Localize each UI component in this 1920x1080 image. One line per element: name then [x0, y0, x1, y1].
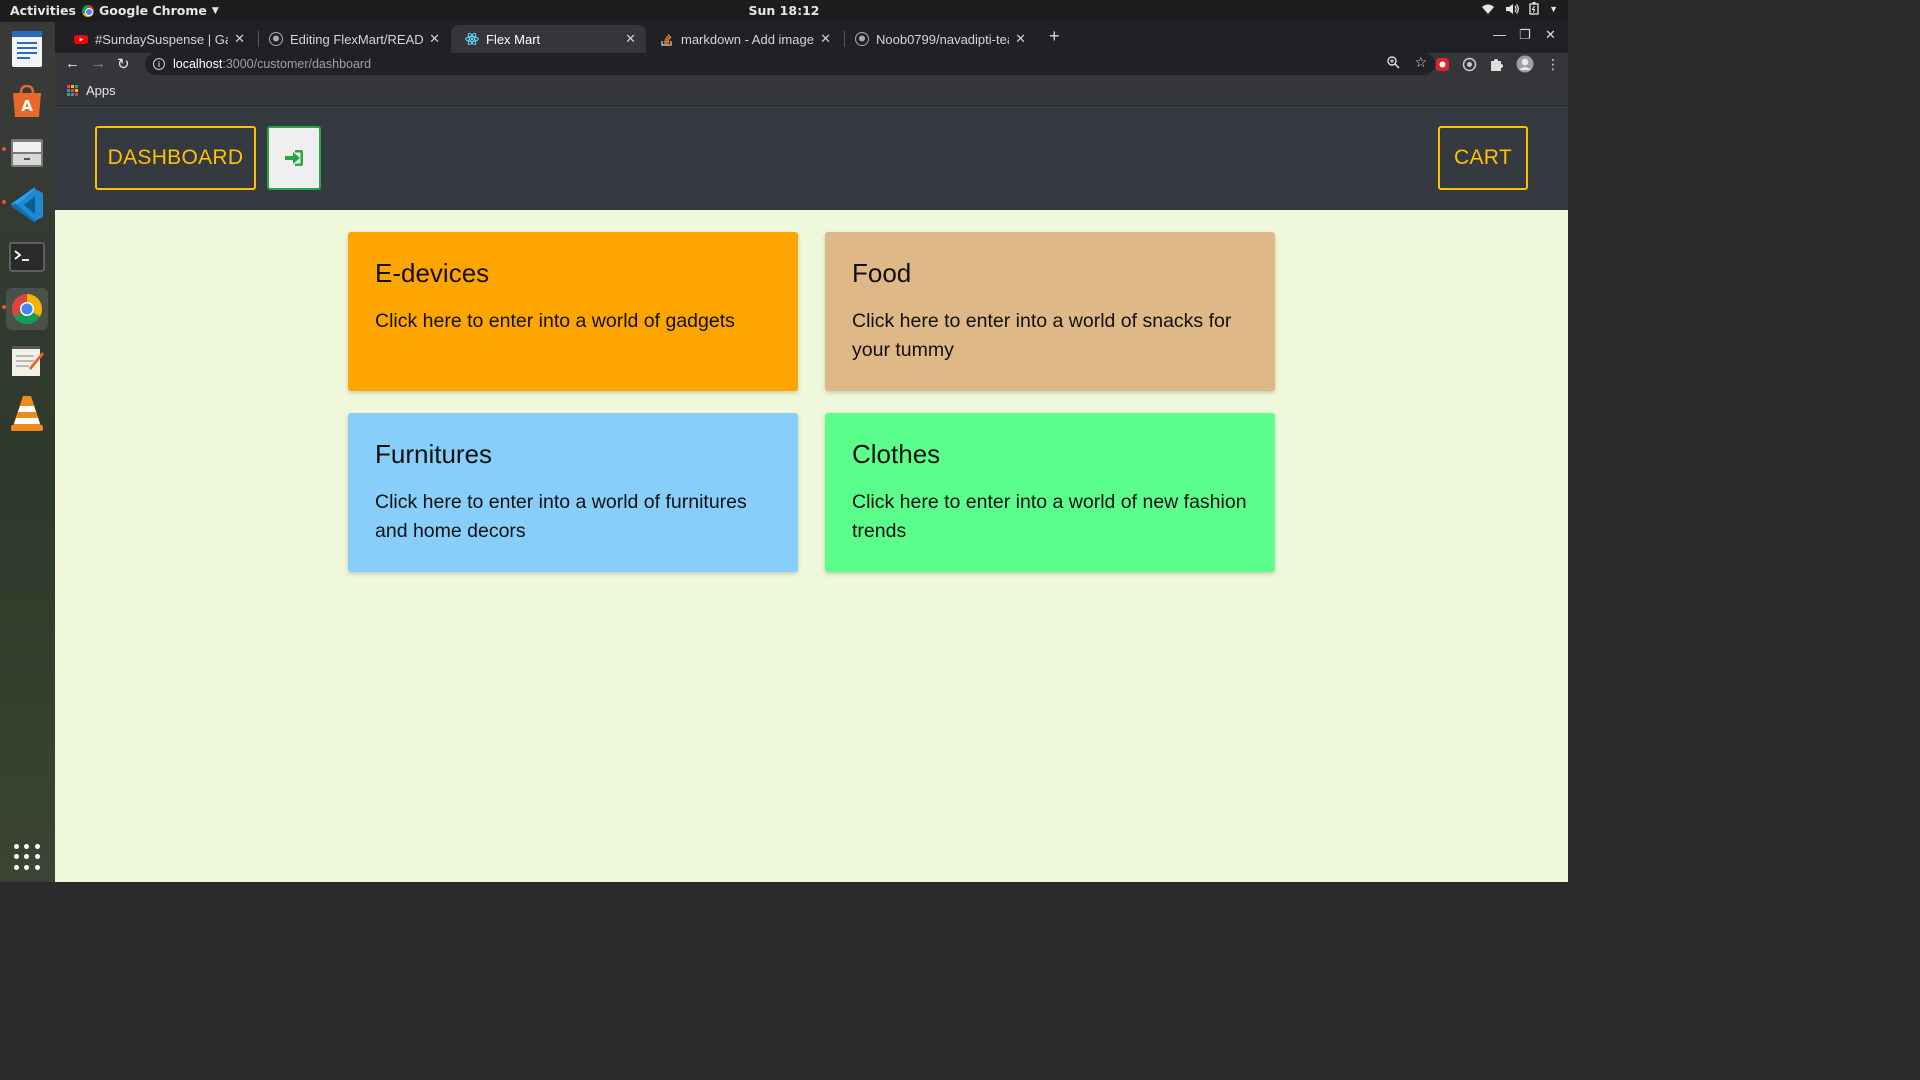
url-path: :3000/customer/dashboard [222, 57, 372, 71]
clock[interactable]: Sun 18:12 [749, 3, 820, 18]
browser-tab[interactable]: Noob0799/navadipti-teac ✕ [841, 25, 1036, 53]
dock-item-text-editor[interactable] [6, 340, 48, 382]
github-icon [269, 32, 283, 46]
card-description: Click here to enter into a world of furn… [375, 491, 747, 542]
minimize-icon[interactable]: — [1493, 27, 1506, 42]
activities-button[interactable]: Activities [10, 3, 76, 18]
chrome-icon [11, 294, 43, 325]
category-card-food[interactable]: Food Click here to enter into a world of… [825, 232, 1275, 391]
system-tray[interactable]: ▼ [1481, 2, 1558, 15]
dashboard-button[interactable]: DASHBOARD [95, 126, 256, 190]
category-card-furnitures[interactable]: Furnitures Click here to enter into a wo… [348, 413, 798, 572]
card-description: Click here to enter into a world of gadg… [375, 310, 735, 332]
browser-tab-title: Noob0799/navadipti-teac [876, 31, 1010, 47]
battery-icon [1529, 2, 1539, 15]
reload-icon[interactable]: ↻ [117, 55, 130, 73]
window-close-icon[interactable]: ✕ [1545, 27, 1556, 43]
close-icon[interactable]: ✕ [625, 31, 636, 47]
youtube-icon [74, 35, 88, 44]
url-host: localhost [173, 57, 223, 71]
extension-circle-icon[interactable] [1462, 57, 1477, 72]
dock-item-software-center[interactable]: A [6, 80, 48, 122]
web-page: DASHBOARD CART E-devices Click here to e… [55, 106, 1568, 882]
browser-tab[interactable]: Editing FlexMart/READM ✕ [255, 25, 450, 53]
dock-item-terminal[interactable] [6, 236, 48, 278]
bookmarks-bar: Apps [55, 77, 1568, 106]
browser-tab-active[interactable]: Flex Mart ✕ [451, 25, 646, 53]
dock-item-libreoffice-writer[interactable] [6, 28, 48, 70]
github-icon [855, 32, 869, 46]
app-navbar: DASHBOARD CART [55, 106, 1568, 210]
bookmark-apps-label: Apps [86, 83, 116, 98]
browser-tab-title: Editing FlexMart/READM [290, 31, 424, 47]
apps-grid-icon [67, 85, 78, 96]
extension-red-icon[interactable] [1435, 57, 1450, 72]
extensions-puzzle-icon[interactable] [1489, 57, 1504, 72]
card-description: Click here to enter into a world of snac… [852, 310, 1232, 361]
browser-tab[interactable]: #SundaySuspense | Ganat ✕ [60, 25, 255, 53]
close-icon[interactable]: ✕ [1015, 31, 1026, 47]
browser-tab[interactable]: markdown - Add images t ✕ [646, 25, 841, 53]
chrome-icon [82, 4, 94, 17]
show-applications-icon[interactable] [14, 844, 40, 870]
login-button[interactable] [267, 126, 321, 190]
card-title: Food [852, 258, 912, 288]
volume-icon [1506, 3, 1519, 14]
react-icon [465, 32, 479, 46]
card-title: Clothes [852, 439, 941, 469]
card-title: Furnitures [375, 439, 493, 469]
close-icon[interactable]: ✕ [820, 31, 831, 47]
writer-icon [12, 31, 42, 67]
category-card-clothes[interactable]: Clothes Click here to enter into a world… [825, 413, 1275, 572]
dock-item-vlc[interactable] [6, 392, 48, 434]
chevron-down-icon: ▼ [211, 5, 219, 16]
vlc-icon [11, 396, 43, 431]
zoom-icon[interactable] [1387, 56, 1401, 69]
bookmark-apps[interactable]: Apps [67, 83, 116, 98]
close-icon[interactable]: ✕ [429, 31, 440, 47]
vscode-icon [11, 187, 43, 223]
card-description: Click here to enter into a world of new … [852, 491, 1247, 542]
browser-tab-title: #SundaySuspense | Ganat [95, 31, 228, 47]
bookmark-star-icon[interactable]: ☆ [1414, 55, 1427, 69]
app-menu[interactable]: Google Chrome ▼ [82, 3, 219, 18]
dock-item-files[interactable] [6, 132, 48, 174]
browser-menu-icon[interactable]: ⋮ [1546, 56, 1560, 73]
close-icon[interactable]: ✕ [234, 31, 245, 47]
restore-icon[interactable]: ❐ [1519, 27, 1531, 43]
forward-arrow-icon[interactable]: → [91, 55, 106, 72]
system-top-bar: Activities Google Chrome ▼ Sun 18:12 ▼ [0, 0, 1568, 22]
sign-in-icon [285, 150, 303, 166]
category-card-e-devices[interactable]: E-devices Click here to enter into a wor… [348, 232, 798, 391]
app-menu-label: Google Chrome [99, 3, 207, 18]
system-menu-chevron-icon: ▼ [1549, 3, 1558, 14]
wifi-icon [1482, 4, 1495, 14]
profile-avatar-icon[interactable] [1516, 55, 1534, 73]
files-icon [11, 139, 43, 167]
software-center-icon: A [13, 84, 41, 117]
address-bar[interactable]: i localhost:3000/customer/dashboard ☆ [145, 53, 1435, 75]
text-editor-icon [12, 346, 44, 376]
stackoverflow-icon [661, 34, 672, 46]
cart-button[interactable]: CART [1438, 126, 1528, 190]
browser-tab-title: markdown - Add images t [681, 31, 815, 47]
browser-tab-strip: #SundaySuspense | Ganat ✕ Editing FlexMa… [55, 22, 1568, 53]
new-tab-plus-icon[interactable]: + [1049, 26, 1060, 47]
browser-toolbar: ← → ↻ i localhost:3000/customer/dashboar… [55, 53, 1568, 77]
dock-item-chrome[interactable] [6, 288, 48, 330]
site-info-icon[interactable]: i [153, 58, 165, 70]
svg-text:A: A [21, 97, 33, 115]
back-arrow-icon[interactable]: ← [65, 55, 80, 72]
terminal-icon [9, 242, 45, 272]
card-title: E-devices [375, 258, 490, 288]
ubuntu-dock: A [0, 22, 55, 882]
dock-item-vscode[interactable] [6, 184, 48, 226]
browser-tab-title: Flex Mart [486, 31, 541, 47]
